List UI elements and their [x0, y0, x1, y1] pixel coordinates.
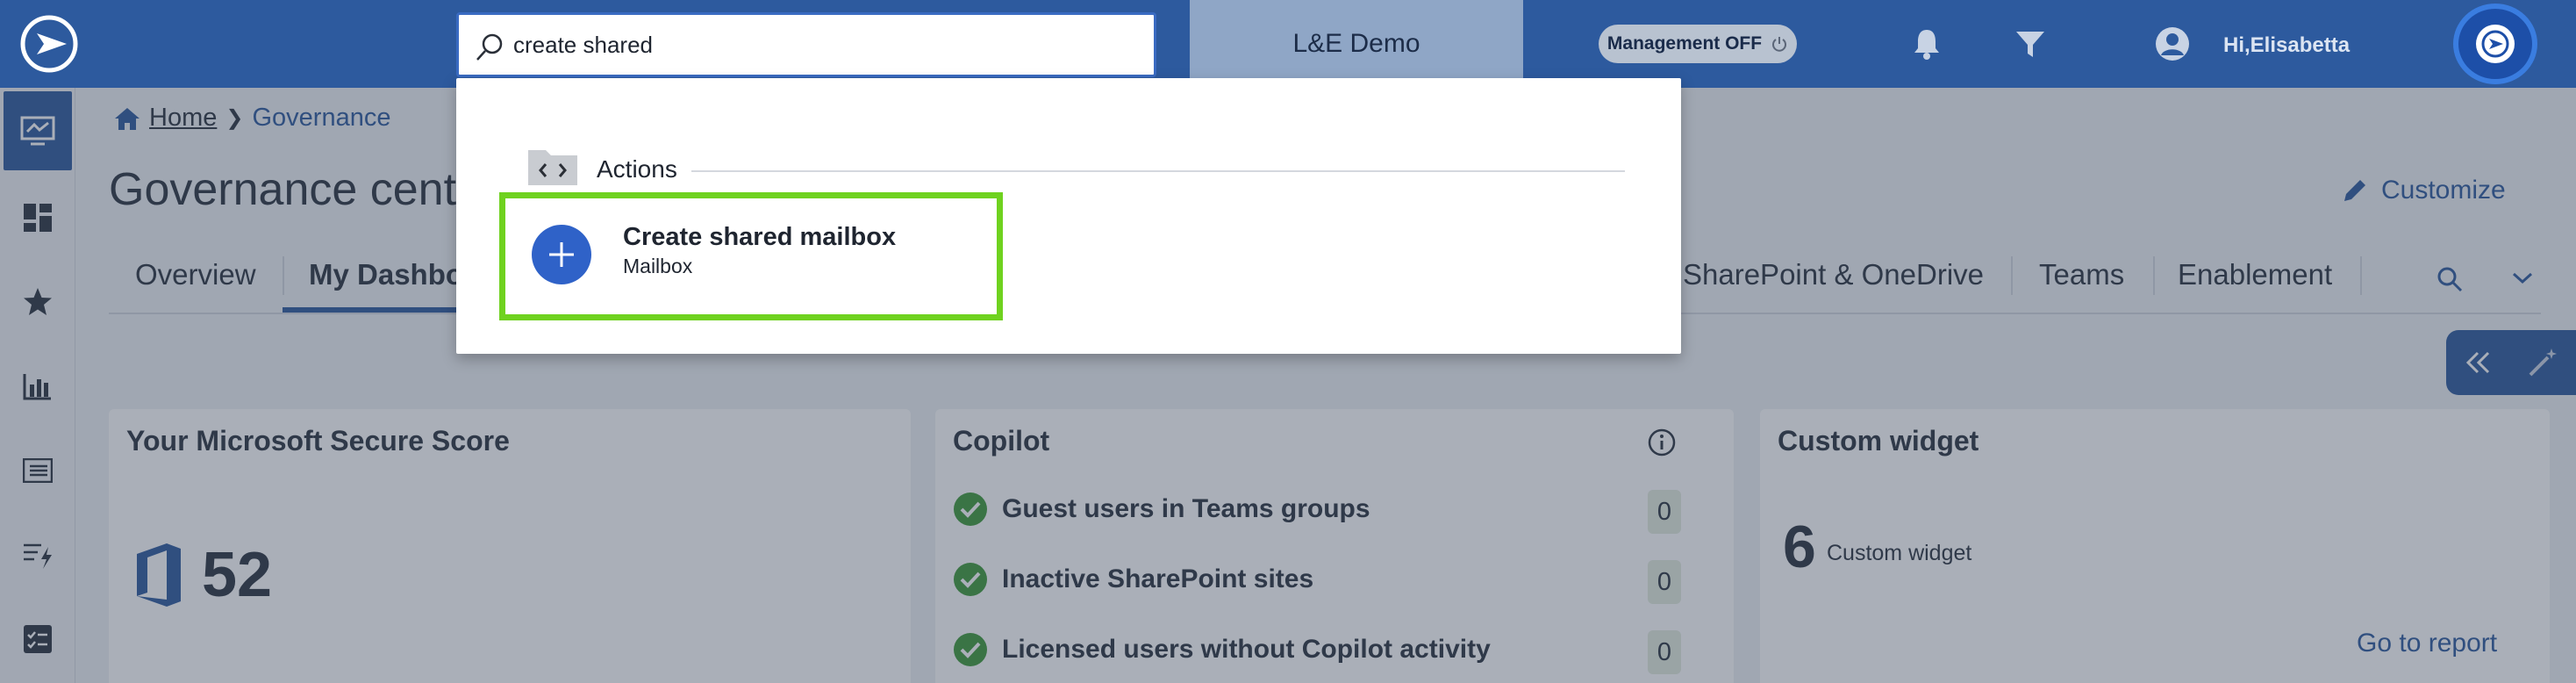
assistant-button[interactable]	[2453, 4, 2537, 84]
result-create-shared-mailbox[interactable]: Create shared mailbox Mailbox	[499, 192, 1003, 320]
search-icon	[476, 33, 503, 61]
user-greeting: Hi,Elisabetta	[2223, 33, 2351, 57]
tenant-switcher[interactable]: L&E Demo	[1190, 0, 1523, 88]
global-search[interactable]	[456, 12, 1156, 77]
user-icon[interactable]	[2153, 25, 2192, 63]
plus-icon	[532, 225, 591, 284]
section-divider	[691, 170, 1625, 172]
assistant-icon	[2476, 25, 2515, 63]
tenant-label: L&E Demo	[1292, 29, 1420, 58]
result-subtitle: Mailbox	[623, 255, 693, 277]
power-icon	[1772, 37, 1787, 52]
management-toggle[interactable]: Management OFF	[1599, 25, 1797, 63]
app-logo-icon[interactable]	[18, 12, 84, 75]
section-label-actions: Actions	[597, 155, 677, 183]
result-title: Create shared mailbox	[623, 223, 897, 251]
top-bar: L&E Demo Management OFF Hi,Elisabetta	[0, 0, 2576, 88]
search-input[interactable]	[513, 25, 1127, 64]
search-results-dropdown: Actions Create shared mailbox Mailbox	[456, 78, 1681, 354]
filter-icon[interactable]	[2011, 25, 2050, 63]
folder-code-icon	[526, 145, 579, 191]
bell-icon[interactable]	[1907, 25, 1946, 63]
management-label: Management OFF	[1606, 33, 1763, 54]
